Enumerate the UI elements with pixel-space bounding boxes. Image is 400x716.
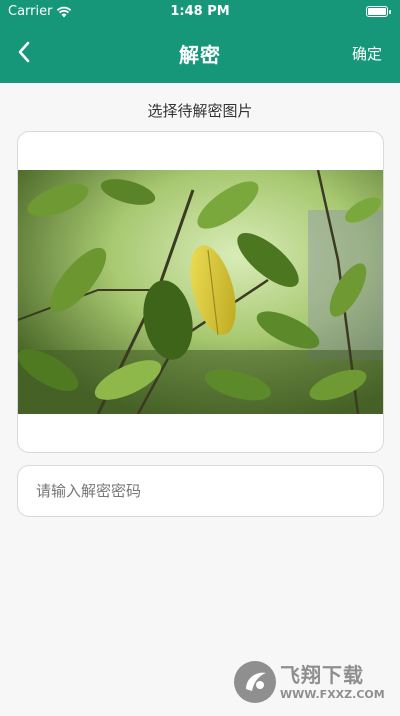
watermark-sub-text: WWW.FXXZ.COM: [280, 687, 385, 701]
nav-bar: 解密 确定: [0, 24, 400, 83]
image-picker[interactable]: [17, 131, 384, 453]
selected-image: [18, 170, 383, 414]
watermark-main-text: 飞翔下载: [280, 662, 364, 687]
status-time: 1:48 PM: [170, 4, 230, 19]
confirm-button[interactable]: 确定: [352, 43, 382, 64]
watermark-logo-icon: [234, 661, 276, 703]
app-header: Carrier 1:48 PM 解密 确定: [0, 0, 400, 83]
password-input[interactable]: [17, 465, 384, 517]
battery-level: [368, 8, 386, 15]
status-bar: Carrier 1:48 PM: [0, 0, 400, 24]
site-watermark: 飞翔下载 WWW.FXXZ.COM: [234, 658, 386, 706]
page-title: 解密: [179, 43, 221, 67]
watermark-text: 飞翔下载 WWW.FXXZ.COM: [280, 665, 385, 700]
battery-icon: [366, 6, 391, 17]
select-image-prompt: 选择待解密图片: [147, 102, 253, 120]
